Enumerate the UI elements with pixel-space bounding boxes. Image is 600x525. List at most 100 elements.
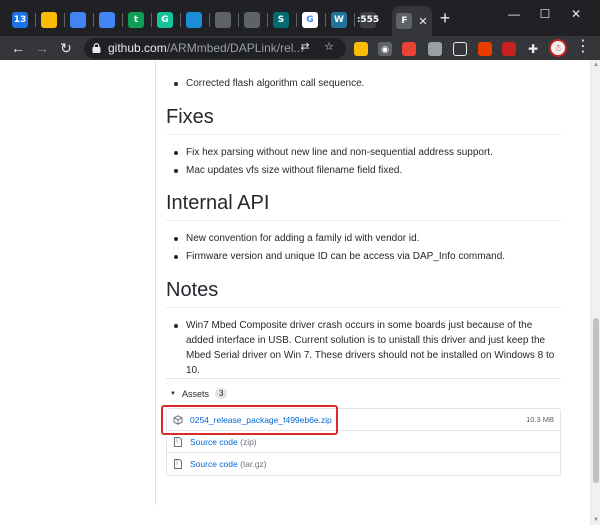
source-code-format: (zip) <box>240 436 257 447</box>
browser-tab-strip: 13 t G S G W:555 F ✕ + — ☐ ✕ <box>0 0 600 36</box>
source-code-zip-link[interactable]: Source code (zip) <box>190 437 257 447</box>
previous-items-list: Corrected flash algorithm call sequence. <box>170 76 568 94</box>
source-code-format: (tar.gz) <box>240 459 267 469</box>
package-icon <box>173 414 183 425</box>
source-code-label: Source code <box>190 459 238 469</box>
section-heading-fixes: Fixes <box>166 106 214 128</box>
asset-row-source-zip[interactable]: Source code (zip) <box>167 431 560 453</box>
list-item: New convention for adding a family id wi… <box>170 231 568 246</box>
tab-wordpress[interactable]: W <box>325 6 353 34</box>
file-zip-icon <box>174 459 182 469</box>
maximize-icon: ☐ <box>539 7 551 21</box>
tab-bolt[interactable] <box>209 6 237 34</box>
bookmark-star-icon[interactable]: ☆ <box>322 40 336 54</box>
notes-list: Win7 Mbed Composite driver crash occurs … <box>170 318 560 381</box>
tab-google[interactable]: G <box>296 6 324 34</box>
globe-icon <box>244 12 260 28</box>
section-heading-notes: Notes <box>166 279 219 301</box>
list-item: Mac updates vfs size without filename fi… <box>170 163 568 178</box>
assets-count-badge: 3 <box>214 388 228 399</box>
tab-wave[interactable] <box>180 6 208 34</box>
tab-drive[interactable] <box>35 6 63 34</box>
back-button[interactable]: ← <box>8 38 28 58</box>
page-content: Corrected flash algorithm call sequence.… <box>0 60 590 525</box>
arrow-left-icon: ← <box>11 40 25 56</box>
tab-sheets-plus[interactable]: t <box>122 6 150 34</box>
minimize-icon: — <box>508 7 520 21</box>
url-path: /ARMmbed/DAPLink/rel... <box>166 41 304 55</box>
asset-row-release-package[interactable]: 0254_release_package_f499eb6e.zip 10.3 M… <box>161 405 560 435</box>
release-notes: Corrected flash algorithm call sequence.… <box>155 60 575 505</box>
maximize-button[interactable]: ☐ <box>531 4 559 24</box>
reload-icon: ↻ <box>60 40 72 56</box>
lock-icon <box>92 43 101 53</box>
page-scrollbar[interactable]: ▲ ▼ <box>590 60 600 525</box>
tab-grammarly[interactable]: G <box>151 6 179 34</box>
color-picker-extension-icon[interactable] <box>402 42 416 56</box>
sheets-plus-icon: t <box>128 12 144 28</box>
drive-extension-icon[interactable] <box>354 42 368 56</box>
assets-label: Assets <box>181 388 209 399</box>
extensions-puzzle-icon[interactable]: ✚ <box>526 42 540 56</box>
wordpress-icon: W <box>331 12 347 28</box>
profile-avatar[interactable]: ☃ <box>549 39 567 57</box>
close-icon: ✕ <box>570 7 582 21</box>
close-window-button[interactable]: ✕ <box>562 4 590 24</box>
source-code-targz-link[interactable]: Source code (tar.gz) <box>190 459 267 469</box>
list-item: Fix hex parsing without new line and non… <box>170 145 568 160</box>
calendar-icon: 13 <box>12 12 28 28</box>
section-divider <box>166 307 561 308</box>
minimize-button[interactable]: — <box>500 4 528 24</box>
assets-toggle[interactable]: ▼ Assets 3 <box>170 388 228 399</box>
asset-download-link[interactable]: 0254_release_package_f499eb6e.zip <box>190 415 332 425</box>
source-code-label: Source code <box>190 436 238 447</box>
active-tab-favicon: F <box>396 13 413 29</box>
asset-row-source-targz[interactable]: Source code (tar.gz) <box>167 453 560 475</box>
reload-button[interactable]: ↻ <box>56 38 76 58</box>
pocket-extension-icon[interactable] <box>453 42 467 56</box>
list-item: Corrected flash algorithm call sequence. <box>170 76 568 91</box>
sharepoint-icon: S <box>273 12 289 28</box>
section-divider <box>166 134 561 135</box>
tab-globe[interactable] <box>238 6 266 34</box>
triangle-down-icon: ▼ <box>170 390 176 397</box>
tab-calendar[interactable]: 13 <box>6 6 34 34</box>
drive-icon <box>41 12 57 28</box>
url-text: github.com/ARMmbed/DAPLink/rel... <box>108 41 303 55</box>
list-item: Win7 Mbed Composite driver crash occurs … <box>170 318 560 378</box>
forward-button[interactable]: → <box>32 38 52 58</box>
docs-icon <box>99 12 115 28</box>
scroll-down-icon[interactable]: ▼ <box>591 515 600 525</box>
wave-icon <box>186 12 202 28</box>
fixes-list: Fix hex parsing without new line and non… <box>170 145 568 181</box>
url-host: github.com <box>108 41 167 55</box>
google-icon: G <box>302 12 318 28</box>
tab-close-icon[interactable]: ✕ <box>418 15 427 28</box>
arrow-right-icon: → <box>35 40 49 56</box>
asset-list: 0254_release_package_f499eb6e.zip 10.3 M… <box>161 405 561 476</box>
scrollbar-thumb[interactable] <box>593 318 599 483</box>
grammarly-icon: G <box>157 12 173 28</box>
section-divider <box>166 220 561 221</box>
asset-size: 10.3 MB <box>526 415 554 424</box>
internal-api-list: New convention for adding a family id wi… <box>170 231 568 267</box>
active-tab[interactable]: F ✕ <box>392 6 432 36</box>
bolt-icon <box>215 12 231 28</box>
screenshot-extension-icon[interactable] <box>428 42 442 56</box>
new-tab-button[interactable]: + <box>436 9 454 28</box>
section-heading-internal-api: Internal API <box>166 192 270 214</box>
tab-sharepoint[interactable]: S <box>267 6 295 34</box>
dotted-icon: :555 <box>357 12 379 28</box>
browser-menu-icon[interactable]: ⋮ <box>575 38 591 58</box>
docs-icon <box>70 12 86 28</box>
camera-extension-icon[interactable]: ◉ <box>378 42 392 56</box>
tab-dotted[interactable]: :555 <box>354 6 382 34</box>
file-zip-icon <box>174 436 182 447</box>
list-item: Firmware version and unique ID can be ac… <box>170 249 568 264</box>
tab-docs[interactable] <box>93 6 121 34</box>
translate-icon[interactable]: ⇄ <box>298 40 312 54</box>
scroll-up-icon[interactable]: ▲ <box>591 60 600 70</box>
lastpass-extension-icon[interactable] <box>502 42 516 56</box>
tab-docs[interactable] <box>64 6 92 34</box>
office-extension-icon[interactable] <box>478 42 492 56</box>
